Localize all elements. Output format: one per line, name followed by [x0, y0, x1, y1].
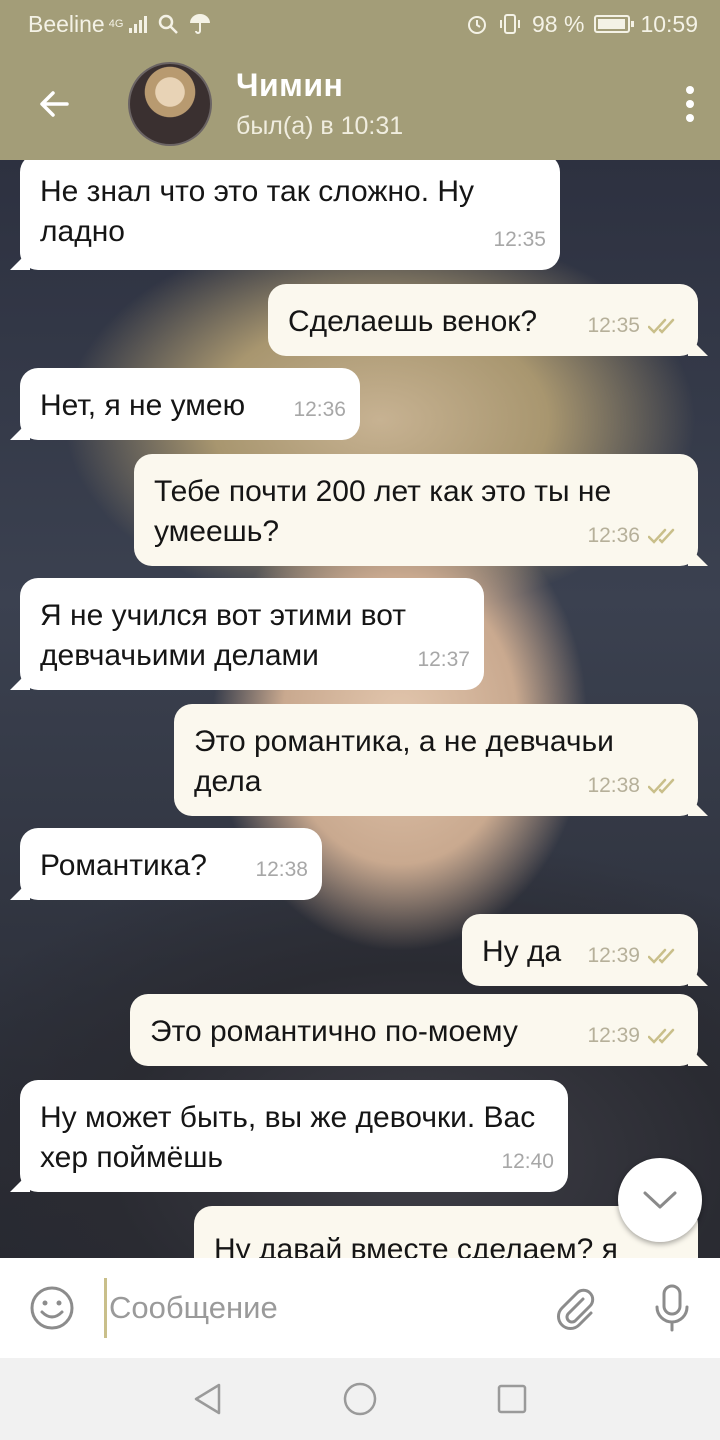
contact-name: Чимин	[236, 67, 344, 103]
message-time: 12:35	[493, 228, 546, 251]
more-vertical-icon	[686, 86, 694, 122]
message-text: Романтика?	[40, 849, 207, 882]
message-composer	[0, 1258, 720, 1358]
circle-home-icon	[343, 1382, 377, 1416]
chat-header: Чимин был(а) в 10:31	[0, 48, 720, 160]
message-text: Ну да	[482, 935, 562, 968]
scroll-to-bottom-button[interactable]	[618, 1158, 702, 1242]
message-time: 12:38	[587, 766, 682, 806]
emoji-button[interactable]	[0, 1258, 104, 1358]
message-outgoing[interactable]: Это романтика, а не девчачьи дела 12:38	[174, 704, 698, 816]
carrier-label: Beeline	[28, 10, 105, 37]
signal-icon	[129, 15, 148, 33]
battery-percent: 98 %	[532, 10, 585, 37]
double-check-icon	[648, 948, 675, 964]
alarm-icon	[468, 16, 486, 34]
voice-message-button[interactable]	[624, 1258, 720, 1358]
network-type: 4G	[108, 18, 124, 30]
more-options-button[interactable]	[660, 48, 720, 160]
triangle-back-icon	[194, 1383, 221, 1415]
vibrate-icon	[500, 14, 520, 34]
double-check-icon	[648, 528, 675, 544]
message-incoming[interactable]: Не знал что это так сложно. Ну ладно 12:…	[20, 160, 560, 270]
message-incoming[interactable]: Я не учился вот этими вот девчачьими дел…	[20, 578, 484, 690]
message-text: Нет, я не умею	[40, 389, 246, 422]
message-text: Ну давай вместе сделаем? я	[214, 1233, 618, 1258]
message-incoming[interactable]: Романтика? 12:38	[20, 828, 322, 900]
last-seen-status: был(а) в 10:31	[236, 112, 404, 140]
message-time: 12:40	[501, 1150, 554, 1173]
message-time: 12:36	[293, 398, 346, 421]
message-incoming[interactable]: Нет, я не умею 12:36	[20, 368, 360, 440]
nav-back-button[interactable]	[183, 1374, 233, 1424]
message-time: 12:39	[587, 936, 682, 976]
arrow-left-icon	[40, 91, 69, 117]
nav-recents-button[interactable]	[487, 1374, 537, 1424]
message-text: Тебе почти 200 лет как это ты не умеешь?	[154, 475, 612, 548]
system-navigation-bar	[0, 1358, 720, 1440]
microphone-icon	[655, 1284, 689, 1332]
message-outgoing[interactable]: Ну да 12:39	[462, 914, 698, 986]
battery-icon	[594, 15, 635, 33]
message-outgoing[interactable]: Это романтично по-моему 12:39	[130, 994, 698, 1066]
message-time: 12:39	[587, 1016, 682, 1056]
message-time: 12:36	[587, 516, 682, 556]
attach-button[interactable]	[528, 1258, 624, 1358]
contact-avatar[interactable]	[128, 62, 212, 146]
contact-info[interactable]: Чимин был(а) в 10:31	[236, 67, 660, 141]
message-text: Я не учился вот этими вот девчачьими дел…	[40, 599, 406, 672]
search-status-icon	[159, 14, 179, 34]
message-text: Ну может быть, вы же девочки. Вас хер по…	[40, 1101, 536, 1174]
message-input[interactable]	[104, 1278, 528, 1338]
message-list[interactable]: Не знал что это так сложно. Ну ладно 12:…	[0, 160, 720, 1258]
nav-home-button[interactable]	[335, 1374, 385, 1424]
clock: 10:59	[640, 10, 698, 37]
double-check-icon	[648, 778, 675, 794]
message-time: 12:35	[587, 306, 682, 346]
double-check-icon	[648, 1028, 675, 1044]
square-recents-icon	[497, 1384, 527, 1414]
message-time: 12:37	[417, 648, 470, 671]
umbrella-icon	[190, 14, 211, 34]
smiley-icon	[30, 1286, 74, 1330]
back-button[interactable]	[0, 48, 110, 160]
message-text: Это романтика, а не девчачьи дела	[194, 725, 614, 798]
message-text: Не знал что это так сложно. Ну ладно	[40, 175, 475, 248]
message-text: Сделаешь венок?	[288, 305, 538, 338]
status-bar: Beeline 4G 98 % 10:59	[0, 0, 720, 48]
message-text: Это романтично по-моему	[150, 1015, 518, 1048]
message-outgoing[interactable]: Сделаешь венок? 12:35	[268, 284, 698, 356]
paperclip-icon	[557, 1288, 595, 1330]
double-check-icon	[648, 318, 675, 334]
message-time: 12:38	[255, 858, 308, 881]
message-incoming[interactable]: Ну может быть, вы же девочки. Вас хер по…	[20, 1080, 568, 1192]
message-outgoing[interactable]: Тебе почти 200 лет как это ты не умеешь?…	[134, 454, 698, 566]
chevron-down-icon	[643, 1191, 677, 1209]
